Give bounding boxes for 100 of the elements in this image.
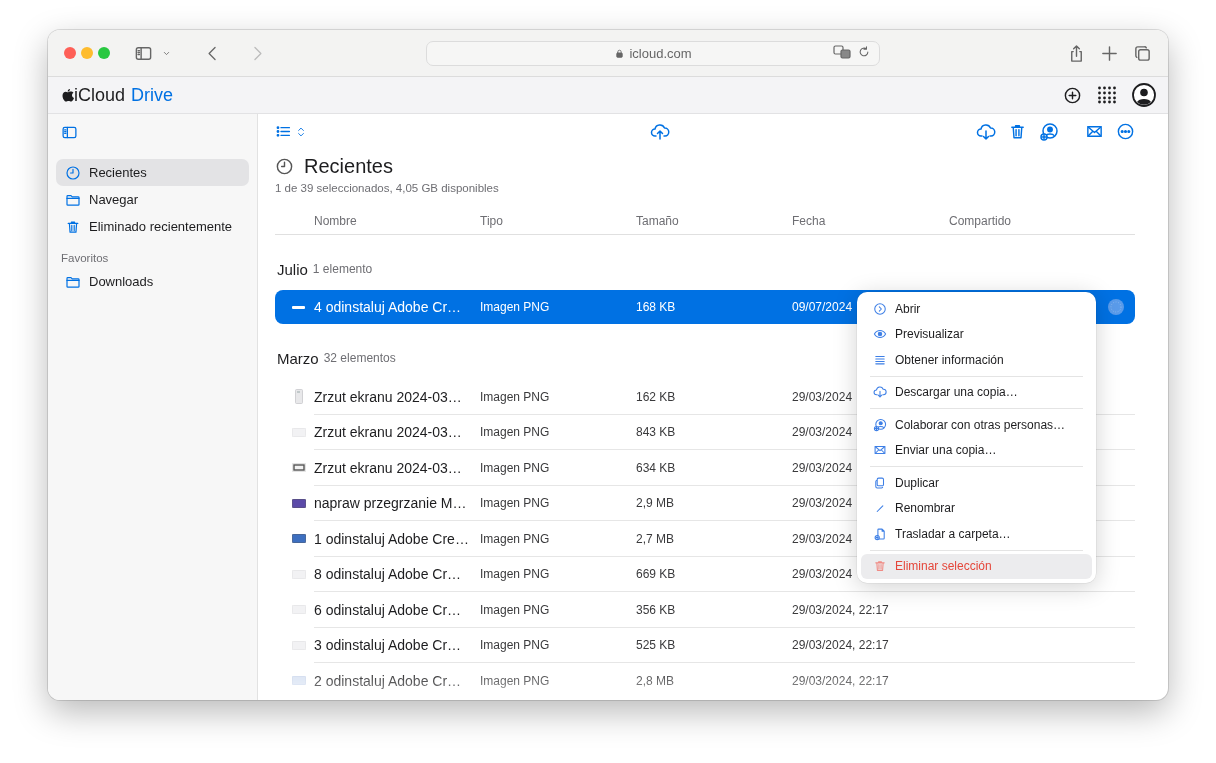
menu-item[interactable]: Colaborar con otras personas…	[870, 412, 1083, 438]
file-thumbnail-icon	[291, 498, 306, 508]
person-plus-icon	[873, 417, 887, 432]
file-date: 29/03/2024	[792, 496, 853, 511]
group-title: Julio	[277, 260, 308, 278]
menu-item[interactable]: Duplicar	[870, 470, 1083, 496]
file-size: 2,7 MB	[636, 531, 674, 546]
file-type: Imagen PNG	[480, 531, 550, 546]
duplicate-icon	[873, 475, 887, 490]
file-name: 8 odinstaluj Adobe Cr…	[314, 566, 462, 583]
file-date: 29/03/2024	[792, 389, 853, 404]
file-size: 634 KB	[636, 460, 676, 475]
file-thumbnail-icon	[292, 305, 305, 309]
file-type: Imagen PNG	[480, 638, 550, 653]
file-row[interactable]: 6 odinstaluj Adobe Cr… Imagen PNG 356 KB 29/03/2024, 22:17	[275, 592, 1135, 628]
trash-icon	[873, 559, 887, 574]
list-view-icon[interactable]	[275, 123, 292, 140]
page-title: Recientes	[304, 155, 393, 178]
sidebar-item[interactable]: Eliminado recientemente	[56, 213, 249, 240]
item-count: 32 elementos	[323, 351, 396, 365]
file-type: Imagen PNG	[480, 602, 550, 617]
person-plus-icon[interactable]	[1039, 121, 1059, 142]
sort-chevron-icon[interactable]	[295, 125, 307, 138]
lock-icon	[614, 47, 626, 59]
app-title: iCloud Drive	[74, 84, 174, 106]
column-header[interactable]: Fecha	[792, 213, 826, 228]
menu-item[interactable]: Renombrar	[870, 495, 1083, 521]
chevron-circle-icon	[873, 301, 887, 316]
cloud-upload-icon[interactable]	[649, 121, 670, 142]
sidebar-item[interactable]: Downloads	[56, 268, 249, 295]
column-header[interactable]: Nombre	[314, 213, 357, 228]
clock-icon	[275, 157, 294, 176]
file-name: 1 odinstaluj Adobe Cre…	[314, 530, 469, 547]
file-type: Imagen PNG	[480, 300, 550, 314]
file-name: napraw przegrzanie M…	[314, 495, 467, 512]
file-date: 29/03/2024	[792, 460, 853, 475]
file-row[interactable]: 2 odinstaluj Adobe Cr… Imagen PNG 2,8 MB 29/03/2024, 22:17	[275, 663, 1135, 699]
add-icon[interactable]	[1063, 85, 1082, 105]
selection-summary: 1 de 39 seleccionados, 4,05 GB disponibles	[275, 182, 499, 194]
file-date: 09/07/2024	[792, 300, 853, 314]
file-row[interactable]: 3 odinstaluj Adobe Cr… Imagen PNG 525 KB 29/03/2024, 22:17	[275, 627, 1135, 663]
trash-icon[interactable]	[1008, 122, 1027, 141]
file-name: Zrzut ekranu 2024-03…	[314, 459, 462, 476]
file-size: 2,9 MB	[636, 496, 674, 511]
file-thumbnail-icon	[294, 389, 303, 405]
sidebar-item[interactable]: Navegar	[56, 186, 249, 213]
file-size: 669 KB	[636, 567, 676, 582]
file-thumbnail-icon	[291, 463, 306, 473]
file-type: Imagen PNG	[480, 389, 550, 404]
file-type: Imagen PNG	[480, 425, 550, 440]
file-date: 29/03/2024, 22:17	[792, 638, 889, 653]
account-avatar-icon[interactable]	[1132, 83, 1156, 107]
section-heading: Favoritos	[61, 252, 109, 264]
file-date: 29/03/2024	[792, 531, 853, 546]
sidebar-toggle-icon[interactable]	[61, 124, 78, 141]
file-date: 29/03/2024, 22:17	[792, 602, 889, 617]
file-type: Imagen PNG	[480, 460, 550, 475]
url-text: icloud.com	[629, 45, 692, 61]
file-date: 29/03/2024	[792, 425, 853, 440]
tab-overview-icon[interactable]	[1133, 43, 1152, 63]
file-thumbnail-icon	[291, 534, 306, 544]
apple-logo-icon	[61, 87, 74, 103]
reload-icon[interactable]	[857, 45, 871, 59]
file-type: Imagen PNG	[480, 567, 550, 582]
menu-item[interactable]: Enviar una copia…	[870, 437, 1083, 463]
translate-icon[interactable]	[833, 44, 851, 60]
clock-icon	[65, 164, 81, 181]
file-size: 2,8 MB	[636, 673, 674, 688]
file-size: 168 KB	[636, 300, 676, 314]
file-size: 525 KB	[636, 638, 676, 653]
file-size: 162 KB	[636, 389, 676, 404]
item-count: 1 elemento	[312, 262, 373, 276]
menu-item[interactable]: Abrir	[870, 296, 1083, 322]
app-grid-icon[interactable]	[1098, 86, 1116, 104]
file-date: 29/03/2024, 22:17	[792, 673, 889, 688]
menu-item[interactable]: Descargar una copia…	[870, 379, 1083, 405]
address-bar[interactable]: icloud.com	[426, 40, 880, 66]
more-icon[interactable]	[1116, 122, 1135, 141]
file-name: Zrzut ekranu 2024-03…	[314, 424, 462, 441]
file-name: 6 odinstaluj Adobe Cr…	[314, 601, 462, 618]
sidebar-item[interactable]: Recientes	[56, 159, 249, 186]
file-name: 3 odinstaluj Adobe Cr…	[314, 637, 462, 654]
close-button[interactable]	[64, 47, 76, 59]
menu-item[interactable]: Obtener información	[870, 347, 1083, 373]
file-thumbnail-icon	[291, 676, 306, 686]
menu-item[interactable]: Previsualizar	[870, 321, 1083, 347]
column-header[interactable]: Compartido	[949, 213, 1012, 228]
file-size: 356 KB	[636, 602, 676, 617]
cloud-download-icon	[873, 385, 887, 400]
file-name: 4 odinstaluj Adobe Cr…	[314, 299, 462, 315]
file-type: Imagen PNG	[480, 496, 550, 511]
file-type: Imagen PNG	[480, 673, 550, 688]
file-size: 843 KB	[636, 425, 676, 440]
cloud-download-icon[interactable]	[976, 121, 996, 142]
document-move-icon	[873, 526, 887, 541]
new-tab-icon[interactable]	[1100, 43, 1119, 63]
menu-item[interactable]: Trasladar a carpeta…	[870, 521, 1083, 547]
file-date: 29/03/2024	[792, 567, 853, 582]
column-header[interactable]: Tipo	[480, 213, 503, 228]
column-header[interactable]: Tamaño	[636, 213, 679, 228]
